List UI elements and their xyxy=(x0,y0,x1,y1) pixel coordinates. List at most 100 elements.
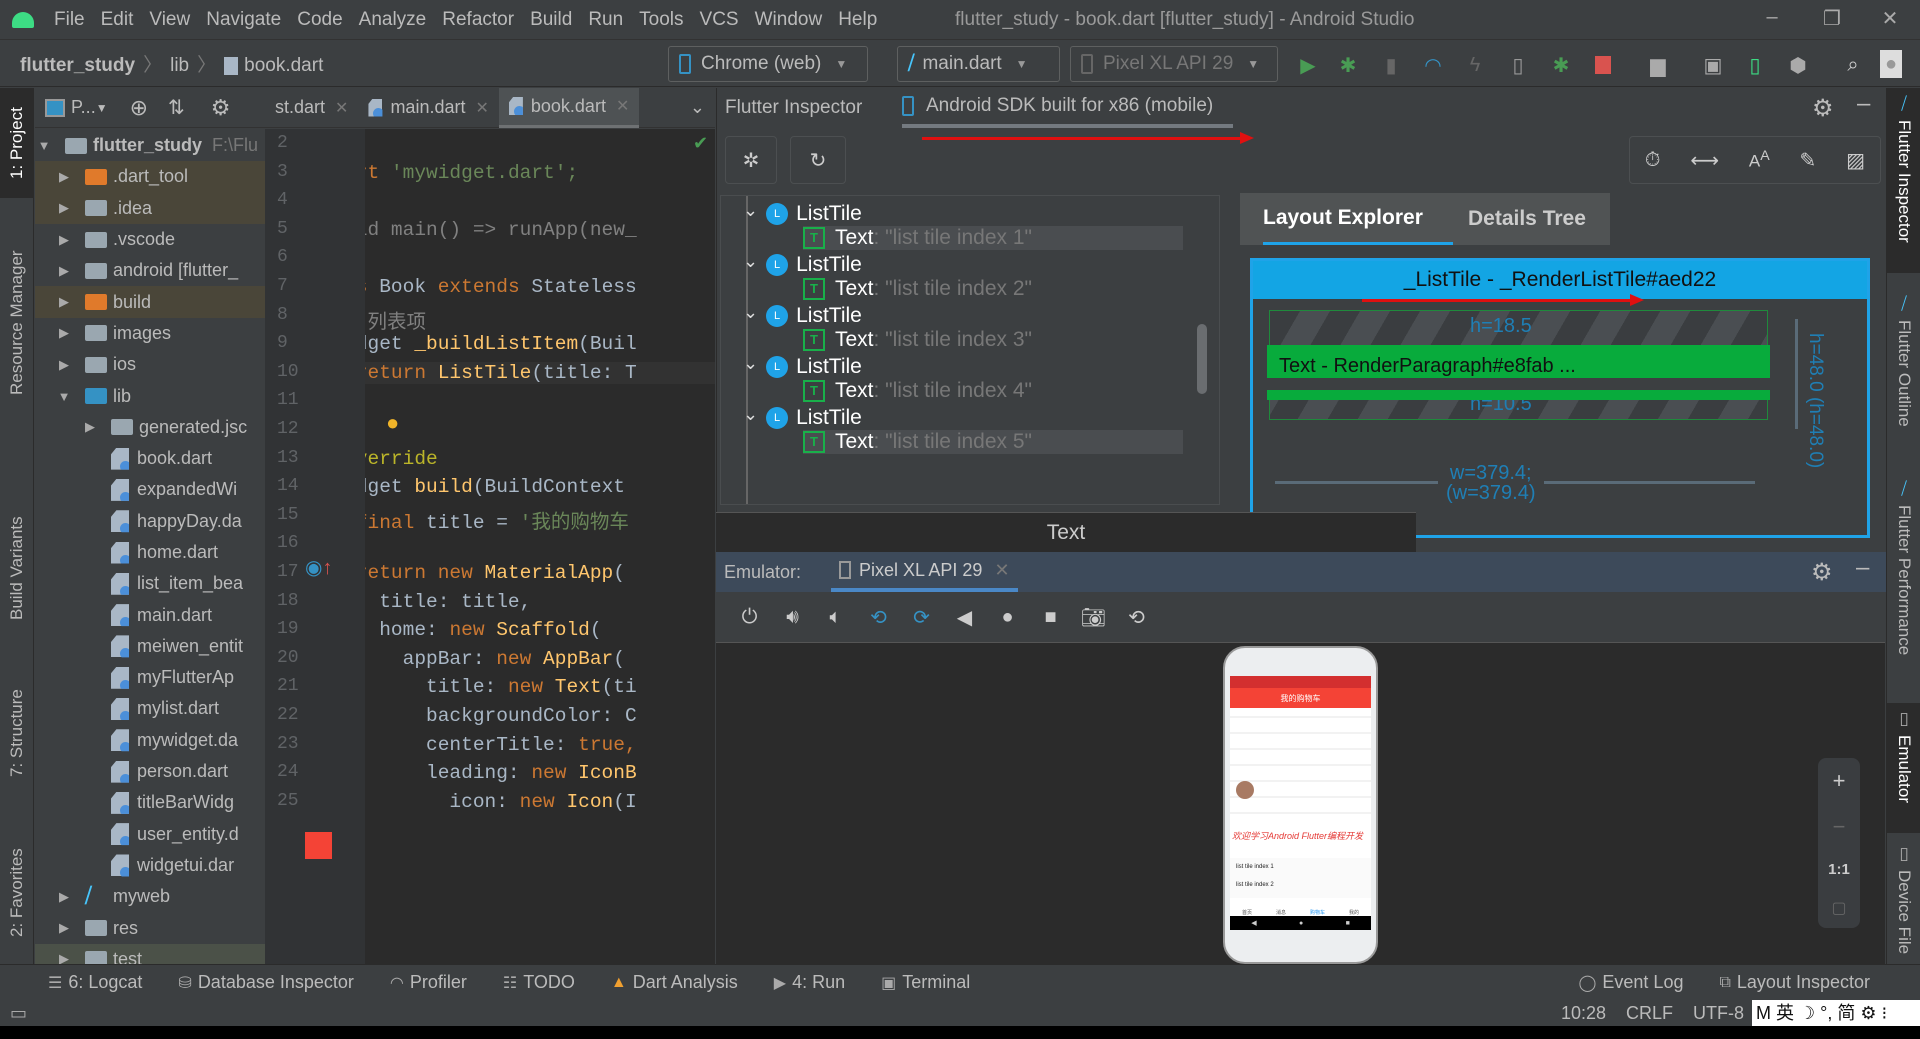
expand-right-icon[interactable]: ▶ xyxy=(57,200,71,216)
rotate-left-icon[interactable]: ⟲ xyxy=(857,605,900,630)
tree-node-listtile[interactable]: ⌄ L ListTile xyxy=(743,302,862,329)
terminal-window-icon[interactable]: ▣ xyxy=(1700,52,1726,78)
tool-tab-emulator[interactable]: ▯ Emulator xyxy=(1887,703,1920,833)
tab-android-sdk-device[interactable]: Android SDK built for x86 (mobile) xyxy=(902,88,1234,128)
menu-view[interactable]: View xyxy=(149,9,190,31)
sdk-manager-icon[interactable]: ⬢ xyxy=(1785,52,1811,78)
tab-flutter-inspector[interactable]: Flutter Inspector xyxy=(725,88,862,128)
settings-icon[interactable]: ⚙ xyxy=(211,95,231,121)
tree-item[interactable]: person.dart xyxy=(35,756,265,787)
expand-right-icon[interactable]: ▶ xyxy=(83,419,97,435)
tree-node-text[interactable]: T Text: "list tile index 1" xyxy=(803,225,1183,250)
tree-item[interactable]: home.dart xyxy=(35,537,265,568)
expand-down-icon[interactable]: ▼ xyxy=(57,389,71,404)
minimize-button[interactable]: – xyxy=(1752,6,1792,29)
apply-changes-icon[interactable]: ϟ xyxy=(1462,52,1488,78)
tree-item[interactable]: ▶ ⧸ myweb xyxy=(35,881,265,912)
tree-item[interactable]: book.dart xyxy=(35,443,265,474)
tool-layout-inspector[interactable]: ⧉ Layout Inspector xyxy=(1719,972,1870,993)
tool-event-log[interactable]: ◯ Event Log xyxy=(1579,972,1684,993)
expand-right-icon[interactable]: ▶ xyxy=(57,951,71,964)
close-tab-icon[interactable]: ✕ xyxy=(335,98,348,118)
tree-item[interactable]: meiwen_entit xyxy=(35,631,265,662)
toggle-tool-windows-icon[interactable]: ▭ xyxy=(10,1003,27,1024)
tree-item[interactable]: expandedWi xyxy=(35,474,265,505)
search-icon[interactable]: ⌕ xyxy=(1840,52,1866,78)
device-target-select[interactable]: Chrome (web) ▼ xyxy=(668,46,868,82)
tree-node-text[interactable]: T Text: "list tile index 4" xyxy=(803,379,1032,403)
tool-tab-favorites[interactable]: 2: Favorites xyxy=(0,828,34,958)
ime-indicator[interactable]: M 英 ☽ °, 简 ⚙ ⁝ xyxy=(1752,1000,1920,1026)
tree-item[interactable]: ▶ res xyxy=(35,912,265,943)
tool-tab-resource-manager[interactable]: Resource Manager xyxy=(0,228,34,418)
expand-right-icon[interactable]: ▶ xyxy=(57,263,71,279)
tool-tab-device-file[interactable]: ▯ Device File xyxy=(1887,838,1920,964)
run-icon[interactable]: ▶ xyxy=(1295,52,1321,78)
menu-build[interactable]: Build xyxy=(530,9,572,31)
tree-item[interactable]: ▶ ios xyxy=(35,349,265,380)
emulator-settings-icon[interactable]: ⚙ xyxy=(1811,558,1833,587)
chevron-down-icon[interactable]: ⌄ xyxy=(743,353,758,374)
expand-right-icon[interactable]: ▶ xyxy=(57,325,71,341)
tree-node-listtile[interactable]: ⌄ L ListTile xyxy=(743,251,862,278)
expand-right-icon[interactable]: ▶ xyxy=(57,920,71,936)
emulator-screen[interactable]: 我的购物车 欢迎学习Android Flutter编程开发 list tile … xyxy=(716,642,1885,964)
avd-manager-icon[interactable]: ▯ xyxy=(1742,52,1768,78)
expand-right-icon[interactable]: ▶ xyxy=(57,294,71,310)
chevron-down-icon[interactable]: ⌄ xyxy=(743,404,758,425)
zoom-in-button[interactable]: + xyxy=(1833,768,1846,794)
inspector-settings-icon[interactable]: ⚙ xyxy=(1812,94,1834,123)
tool-dart-analysis[interactable]: ▲ Dart Analysis xyxy=(611,972,738,993)
avd-select[interactable]: Pixel XL API 29 ▼ xyxy=(1070,46,1278,82)
emulator-device-tab[interactable]: Pixel XL API 29 ✕ xyxy=(831,552,1018,592)
menu-analyze[interactable]: Analyze xyxy=(359,9,427,31)
tree-item[interactable]: widgetui.dar xyxy=(35,850,265,881)
zoom-actual-button[interactable]: 1:1 xyxy=(1828,861,1850,878)
menu-code[interactable]: Code xyxy=(297,9,342,31)
text-baselines-icon[interactable]: AA xyxy=(1749,148,1770,172)
tool-tab-project[interactable]: 1: Project xyxy=(0,88,34,198)
chevron-down-icon[interactable]: ⌄ xyxy=(743,302,758,323)
line-separator[interactable]: CRLF xyxy=(1626,1003,1673,1024)
editor-tab[interactable]: main.dart ✕ xyxy=(358,88,498,128)
tree-scrollbar[interactable] xyxy=(1197,324,1207,394)
close-tab-icon[interactable]: ✕ xyxy=(475,98,488,118)
user-icon[interactable]: ● xyxy=(1880,50,1902,78)
tree-item[interactable]: ▶ .vscode xyxy=(35,224,265,255)
intention-bulb-icon[interactable]: ● xyxy=(386,410,399,436)
code-editor[interactable]: import 'mywidget.dart'; //void main() => … xyxy=(365,129,715,964)
run-config-select[interactable]: ⧸ main.dart ▼ xyxy=(897,46,1060,82)
volume-down-icon[interactable]: 🔈︎ xyxy=(814,606,857,629)
tree-item[interactable]: user_entity.d xyxy=(35,819,265,850)
tree-item[interactable]: ▶ generated.jsc xyxy=(35,412,265,443)
back-icon[interactable]: ◀ xyxy=(943,605,986,630)
menu-edit[interactable]: Edit xyxy=(101,9,134,31)
tool-terminal[interactable]: ▣ Terminal xyxy=(881,972,970,993)
menu-file[interactable]: File xyxy=(54,9,85,31)
tool-run[interactable]: ▶ 4: Run xyxy=(774,972,845,993)
project-structure-icon[interactable]: ▆ xyxy=(1645,52,1671,78)
editor-tab-active[interactable]: book.dart ✕ xyxy=(498,87,640,128)
tree-item[interactable]: mylist.dart xyxy=(35,693,265,724)
menu-vcs[interactable]: VCS xyxy=(700,9,739,31)
menu-run[interactable]: Run xyxy=(588,9,623,31)
menu-help[interactable]: Help xyxy=(838,9,877,31)
repaint-rainbow-icon[interactable]: ✎ xyxy=(1800,148,1817,173)
chevron-down-icon[interactable]: ⌄ xyxy=(743,251,758,272)
override-marker-icon[interactable]: ◉↑ xyxy=(305,555,332,580)
screenshot-icon[interactable]: 📷︎ xyxy=(1072,605,1115,630)
breadcrumb-file[interactable]: book.dart xyxy=(244,55,323,76)
tree-item[interactable]: ▶ test xyxy=(35,943,265,964)
tool-tab-flutter-inspector[interactable]: ⧸ Flutter Inspector xyxy=(1887,88,1920,273)
tree-item[interactable]: ▶ .idea xyxy=(35,192,265,224)
tree-item[interactable]: titleBarWidg xyxy=(35,787,265,818)
invert-images-icon[interactable]: ▨ xyxy=(1846,148,1865,173)
attach-icon[interactable]: ▮ xyxy=(1378,52,1404,78)
project-view-select[interactable]: P... xyxy=(71,97,96,118)
tool-profiler[interactable]: ◠ Profiler xyxy=(390,972,467,993)
expand-right-icon[interactable]: ▶ xyxy=(57,169,71,185)
power-icon[interactable]: ⏻ xyxy=(728,606,771,629)
tool-todo[interactable]: ☷ TODO xyxy=(503,972,575,993)
overview-icon[interactable]: ■ xyxy=(1029,606,1072,629)
tree-item[interactable]: ▼ lib xyxy=(35,380,265,411)
